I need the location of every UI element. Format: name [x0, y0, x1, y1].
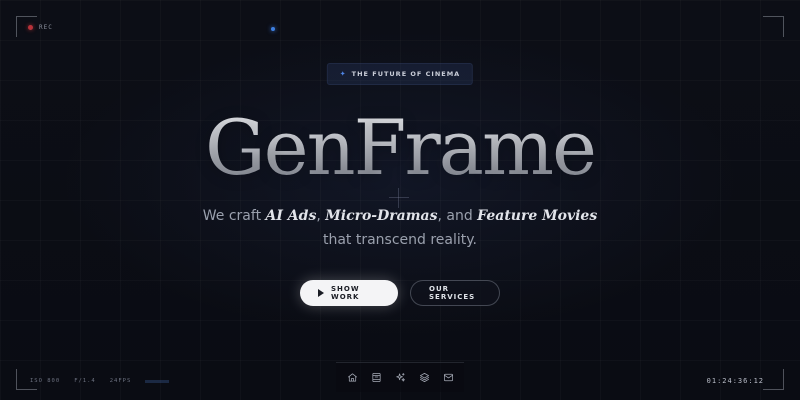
- camera-stats: ISO 800 F/1.4 24FPS: [30, 378, 170, 384]
- camera-stat-fps: 24FPS: [109, 378, 132, 384]
- record-dot-icon: [28, 25, 33, 30]
- signal-bar: [145, 380, 170, 383]
- mail-icon: [443, 373, 453, 382]
- tagline-line-1: We craft AI Ads, Micro-Dramas, and Featu…: [0, 204, 800, 228]
- our-services-button[interactable]: OUR SERVICES: [410, 280, 500, 306]
- tagline-prefix: We craft: [202, 208, 266, 224]
- rec-indicator: REC: [28, 24, 53, 31]
- nav-mail[interactable]: [441, 371, 455, 385]
- landing-page: REC ✦ THE FUTURE OF CINEMA GenFrame We c…: [0, 0, 800, 400]
- accent-dot: [271, 27, 275, 31]
- hero-tagline: We craft AI Ads, Micro-Dramas, and Featu…: [0, 204, 800, 252]
- tagline-feature-movies: Feature Movies: [477, 208, 598, 224]
- camera-stat-aperture: F/1.4: [74, 378, 96, 384]
- hero-actions: SHOW WORK OUR SERVICES: [0, 280, 800, 306]
- tagline-line-2: that transcend reality.: [322, 232, 478, 248]
- tagline-sep-2: , and: [437, 208, 478, 224]
- tagline-micro-dramas: Micro-Dramas: [325, 208, 438, 224]
- bottom-nav-dock: [336, 362, 464, 392]
- hero-badge: ✦ THE FUTURE OF CINEMA: [326, 63, 474, 85]
- timecode: 01:24:36:12: [706, 377, 764, 385]
- nav-film[interactable]: [369, 371, 383, 385]
- frame-corner-top-right: [763, 16, 784, 37]
- nav-sparkles[interactable]: [393, 371, 407, 385]
- camera-stat-iso: ISO 800: [30, 378, 61, 384]
- show-work-button[interactable]: SHOW WORK: [300, 280, 398, 306]
- layers-icon: [419, 373, 429, 382]
- hero-title: GenFrame: [0, 100, 800, 196]
- sparkle-icon: ✦: [339, 70, 347, 78]
- home-icon: [347, 373, 357, 382]
- hero-badge-label: THE FUTURE OF CINEMA: [351, 70, 461, 78]
- play-icon: [318, 289, 324, 297]
- tagline-sep-1: ,: [316, 208, 326, 224]
- rec-label: REC: [39, 24, 53, 31]
- tagline-ai-ads: AI Ads: [265, 208, 317, 224]
- frame-corner-bottom-right: [763, 369, 784, 390]
- sparkles-icon: [395, 373, 405, 382]
- show-work-label: SHOW WORK: [331, 285, 360, 301]
- our-services-label: OUR SERVICES: [429, 285, 476, 301]
- nav-home[interactable]: [345, 371, 359, 385]
- film-icon: [371, 373, 381, 382]
- nav-layers[interactable]: [417, 371, 431, 385]
